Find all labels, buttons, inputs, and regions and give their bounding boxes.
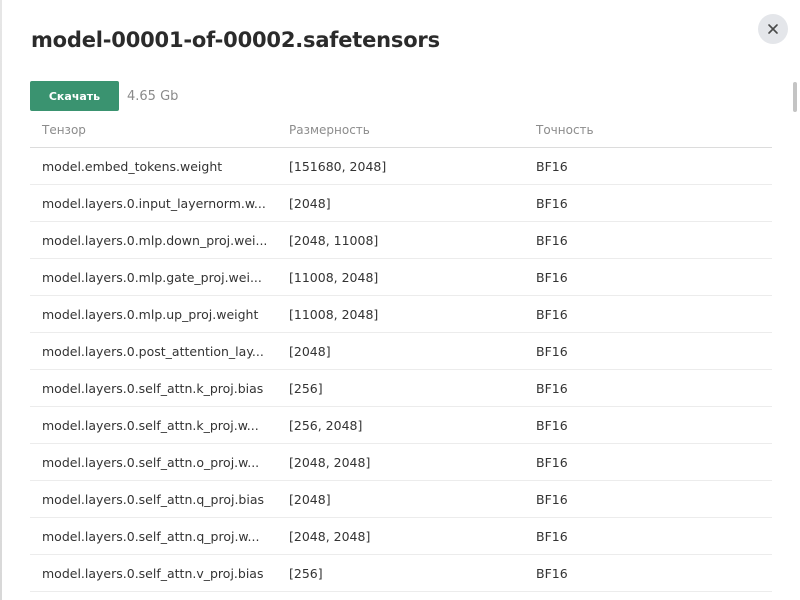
tensor-dtype-cell: BF16 <box>536 491 568 507</box>
tensor-name-cell: model.layers.0.self_attn.q_proj.bias <box>42 491 265 507</box>
dialog-title: model-00001-of-00002.safetensors <box>31 28 440 52</box>
dialog-left-edge <box>0 0 2 600</box>
tensor-shape-cell: [2048, 11008] <box>289 232 379 248</box>
tensor-dtype-cell: BF16 <box>536 158 568 174</box>
table-row: model.layers.0.mlp.up_proj.weight [11008… <box>30 296 772 333</box>
close-icon <box>768 24 778 34</box>
tensor-shape-cell: [2048, 2048] <box>289 454 371 470</box>
tensor-dtype-cell: BF16 <box>536 306 568 322</box>
tensor-dtype-cell: BF16 <box>536 232 568 248</box>
tensor-name-cell: model.layers.0.self_attn.k_proj.bias <box>42 380 264 396</box>
download-button[interactable]: Скачать <box>30 81 119 111</box>
table-row: model.layers.0.self_attn.q_proj.w... [20… <box>30 518 772 555</box>
tensor-dtype-cell: BF16 <box>536 528 568 544</box>
table-row: model.layers.0.self_attn.v_proj.bias [25… <box>30 555 772 592</box>
tensor-dtype-cell: BF16 <box>536 417 568 433</box>
column-header-shape: Размерность <box>289 123 370 137</box>
table-row: model.embed_tokens.weight [151680, 2048]… <box>30 148 772 185</box>
tensor-dtype-cell: BF16 <box>536 343 568 359</box>
file-size-label: 4.65 Gb <box>127 88 179 104</box>
table-row: model.layers.0.self_attn.k_proj.bias [25… <box>30 370 772 407</box>
tensor-shape-cell: [151680, 2048] <box>289 158 387 174</box>
tensor-name-cell: model.layers.0.self_attn.v_proj.bias <box>42 565 264 581</box>
tensor-shape-cell: [256] <box>289 380 323 396</box>
tensor-shape-cell: [2048] <box>289 195 331 211</box>
tensor-shape-cell: [11008, 2048] <box>289 269 379 285</box>
tensor-shape-cell: [2048] <box>289 491 331 507</box>
tensor-dtype-cell: BF16 <box>536 269 568 285</box>
tensor-name-cell: model.layers.0.self_attn.q_proj.w... <box>42 528 260 544</box>
tensor-shape-cell: [2048] <box>289 343 331 359</box>
table-row: model.layers.0.mlp.down_proj.wei... [204… <box>30 222 772 259</box>
table-row: model.layers.0.self_attn.q_proj.bias [20… <box>30 481 772 518</box>
table-row: model.layers.0.input_layernorm.w... [204… <box>30 185 772 222</box>
tensor-dtype-cell: BF16 <box>536 195 568 211</box>
dialog-toolbar: Скачать 4.65 Gb <box>30 81 178 111</box>
table-row: model.layers.0.self_attn.k_proj.w... [25… <box>30 407 772 444</box>
tensor-name-cell: model.layers.0.mlp.up_proj.weight <box>42 306 259 322</box>
column-header-dtype: Точность <box>536 123 594 137</box>
table-row: model.layers.0.post_attention_lay... [20… <box>30 333 772 370</box>
tensor-shape-cell: [256, 2048] <box>289 417 363 433</box>
scrollbar-thumb[interactable] <box>793 82 797 112</box>
tensor-dtype-cell: BF16 <box>536 565 568 581</box>
tensor-shape-cell: [2048, 2048] <box>289 528 371 544</box>
tensor-dtype-cell: BF16 <box>536 380 568 396</box>
vertical-scrollbar[interactable] <box>791 60 797 600</box>
table-row: model.layers.0.mlp.gate_proj.wei... [110… <box>30 259 772 296</box>
tensor-shape-cell: [256] <box>289 565 323 581</box>
tensors-table: Тензор Размерность Точность model.embed_… <box>30 113 772 592</box>
table-row: model.layers.0.self_attn.o_proj.w... [20… <box>30 444 772 481</box>
tensor-dtype-cell: BF16 <box>536 454 568 470</box>
tensor-name-cell: model.layers.0.mlp.down_proj.wei... <box>42 232 268 248</box>
table-header-row: Тензор Размерность Точность <box>30 113 772 148</box>
tensor-name-cell: model.embed_tokens.weight <box>42 158 223 174</box>
tensor-name-cell: model.layers.0.self_attn.o_proj.w... <box>42 454 260 470</box>
tensor-name-cell: model.layers.0.input_layernorm.w... <box>42 195 266 211</box>
tensor-name-cell: model.layers.0.mlp.gate_proj.wei... <box>42 269 262 285</box>
column-header-tensor: Тензор <box>42 123 86 137</box>
file-details-dialog: model-00001-of-00002.safetensors Скачать… <box>0 0 800 600</box>
tensor-name-cell: model.layers.0.post_attention_lay... <box>42 343 264 359</box>
close-button[interactable] <box>758 14 788 44</box>
tensor-name-cell: model.layers.0.self_attn.k_proj.w... <box>42 417 259 433</box>
tensor-shape-cell: [11008, 2048] <box>289 306 379 322</box>
